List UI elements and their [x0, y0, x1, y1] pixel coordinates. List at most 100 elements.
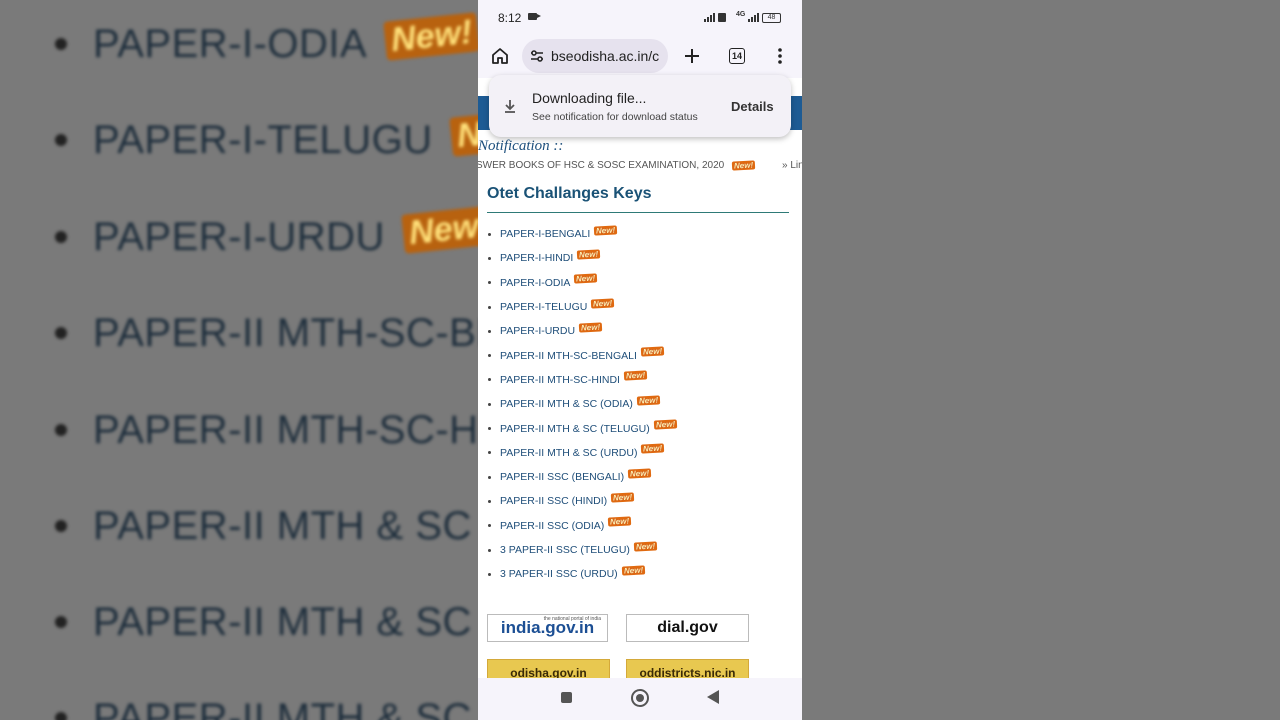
- home-icon[interactable]: [488, 44, 512, 68]
- answer-key-link[interactable]: 3 PAPER-II SSC (TELUGU): [500, 544, 630, 556]
- answer-key-link[interactable]: PAPER-II MTH & SC (ODIA): [500, 398, 633, 410]
- list-item[interactable]: PAPER-II MTH-SC-BENGALI New!: [488, 343, 677, 367]
- list-item[interactable]: PAPER-II MTH & SC (URDU) New!: [488, 441, 677, 465]
- bullet: [488, 378, 491, 382]
- marquee-text[interactable]: SWER BOOKS OF HSC & SOSC EXAMINATION, 20…: [478, 160, 724, 171]
- bullet: [488, 427, 491, 431]
- answer-key-link[interactable]: PAPER-II MTH & SC (TELUGU): [500, 423, 650, 435]
- bullet: [488, 524, 491, 528]
- bullet: [488, 305, 491, 309]
- answer-key-link[interactable]: PAPER-II MTH & SC (URDU): [500, 447, 637, 459]
- list-item[interactable]: PAPER-II MTH-SC-HINDI New!: [488, 368, 677, 392]
- bg-row: PAPER-II MTH & SC (: [55, 688, 497, 720]
- list-item[interactable]: PAPER-I-TELUGU New!: [488, 295, 677, 319]
- logo-text: dial.gov: [657, 619, 718, 636]
- download-subtitle: See notification for download status: [532, 111, 698, 123]
- bg-row-text: PAPER-II MTH & SC (: [93, 503, 498, 548]
- answer-key-link[interactable]: PAPER-I-ODIA: [500, 277, 570, 289]
- address-bar[interactable]: bseodisha.ac.in/c: [522, 39, 668, 73]
- bg-bullet: [55, 424, 67, 436]
- signal-icon: [748, 13, 759, 22]
- bullet: [488, 499, 491, 503]
- site-settings-icon[interactable]: [530, 49, 544, 63]
- new-badge: New!: [627, 468, 652, 479]
- bg-row-text: PAPER-II MTH & SC (: [93, 695, 498, 720]
- bg-row-text: PAPER-I-TELUGU: [93, 117, 433, 162]
- list-item[interactable]: 3 PAPER-II SSC (URDU) New!: [488, 562, 677, 586]
- url-text[interactable]: bseodisha.ac.in/c: [551, 48, 666, 64]
- new-badge: New!: [608, 516, 632, 527]
- bg-row: PAPER-I-URDU New!: [55, 204, 498, 267]
- answer-key-list: PAPER-I-BENGALI New! PAPER-I-HINDI New! PA…: [488, 222, 678, 586]
- details-button[interactable]: Details: [731, 99, 774, 114]
- answer-key-link[interactable]: PAPER-II SSC (BENGALI): [500, 471, 624, 483]
- answer-key-link[interactable]: PAPER-I-TELUGU: [500, 301, 587, 313]
- news-marquee[interactable]: SWER BOOKS OF HSC & SOSC EXAMINATION, 20…: [478, 160, 802, 171]
- home-button[interactable]: [631, 689, 649, 707]
- bg-row-text: PAPER-I-ODIA: [93, 21, 368, 66]
- video-camera-icon: [528, 13, 541, 20]
- answer-key-link[interactable]: PAPER-I-URDU: [500, 325, 575, 337]
- india-gov-logo-link[interactable]: the national portal of india india.gov.i…: [487, 614, 608, 642]
- new-tab-icon[interactable]: [680, 44, 704, 68]
- new-badge: New!: [610, 492, 635, 503]
- new-badge: New!: [633, 540, 658, 552]
- new-badge: New!: [653, 419, 678, 430]
- bullet: [488, 475, 491, 479]
- answer-key-link[interactable]: 3 PAPER-II SSC (URDU): [500, 568, 618, 580]
- bg-row: PAPER-II MTH-SC-HIN: [55, 400, 520, 460]
- sim-icon: [718, 13, 726, 22]
- bg-bullet: [55, 712, 67, 720]
- list-item[interactable]: PAPER-II SSC (BENGALI) New!: [488, 465, 677, 489]
- battery-icon: 48: [762, 13, 781, 23]
- marquee-more-link[interactable]: » Lin: [782, 160, 802, 171]
- bg-bullet: [55, 327, 67, 339]
- list-item[interactable]: PAPER-II MTH & SC (TELUGU) New!: [488, 416, 678, 440]
- notification-label: Notification ::: [478, 138, 564, 154]
- answer-key-link[interactable]: PAPER-II MTH-SC-BENGALI: [500, 350, 637, 362]
- browser-toolbar: bseodisha.ac.in/c 14: [478, 34, 802, 78]
- new-badge: New!: [577, 249, 601, 260]
- answer-key-link[interactable]: PAPER-II SSC (ODIA): [500, 520, 604, 532]
- dial-gov-logo-link[interactable]: dial.gov: [626, 614, 749, 642]
- answer-key-link[interactable]: PAPER-II MTH-SC-HINDI: [500, 374, 620, 386]
- answer-key-link[interactable]: PAPER-II SSC (HINDI): [500, 495, 607, 507]
- list-item[interactable]: 3 PAPER-II SSC (TELUGU) New!: [488, 538, 677, 562]
- answer-key-link[interactable]: PAPER-I-BENGALI: [500, 228, 590, 240]
- new-badge: New!: [623, 370, 648, 382]
- list-item[interactable]: PAPER-I-ODIA New!: [488, 271, 677, 295]
- list-item[interactable]: PAPER-II SSC (HINDI) New!: [488, 489, 677, 513]
- new-badge: New!: [621, 565, 646, 576]
- recents-button[interactable]: [561, 692, 572, 703]
- new-badge: New!: [594, 225, 618, 236]
- list-item[interactable]: PAPER-I-BENGALI New!: [488, 222, 677, 246]
- bg-row-text: PAPER-I-URDU: [93, 214, 385, 259]
- new-badge: New!: [636, 395, 661, 406]
- bg-bullet: [55, 134, 67, 146]
- back-button[interactable]: [707, 690, 719, 704]
- system-nav-bar: [478, 678, 802, 720]
- new-badge: New!: [574, 273, 598, 284]
- tab-switcher-button[interactable]: 14: [725, 44, 749, 68]
- new-badge: New!: [641, 443, 665, 454]
- bg-bullet: [55, 231, 67, 243]
- bg-bullet: [55, 520, 67, 532]
- answer-key-link[interactable]: PAPER-I-HINDI: [500, 252, 573, 264]
- new-badge: New!: [591, 297, 615, 309]
- list-item[interactable]: PAPER-II SSC (ODIA) New!: [488, 514, 677, 538]
- bullet: [488, 281, 491, 285]
- bg-bullet: [55, 616, 67, 628]
- list-item[interactable]: PAPER-I-HINDI New!: [488, 246, 677, 270]
- divider: [487, 212, 789, 213]
- tab-count: 14: [729, 48, 745, 64]
- download-popup: Downloading file... See notification for…: [489, 75, 791, 137]
- bg-row: PAPER-II MTH-SC-BEN: [55, 303, 533, 363]
- bullet: [488, 354, 491, 358]
- list-item[interactable]: PAPER-II MTH & SC (ODIA) New!: [488, 392, 677, 416]
- more-menu-icon[interactable]: [768, 44, 792, 68]
- bg-row-text: PAPER-II MTH-SC-BEN: [93, 310, 533, 355]
- bg-row-text: PAPER-II MTH & SC (: [93, 599, 498, 644]
- list-item[interactable]: PAPER-I-URDU New!: [488, 319, 677, 343]
- bg-bullet: [55, 38, 67, 50]
- bg-row: PAPER-II MTH & SC (: [55, 592, 497, 652]
